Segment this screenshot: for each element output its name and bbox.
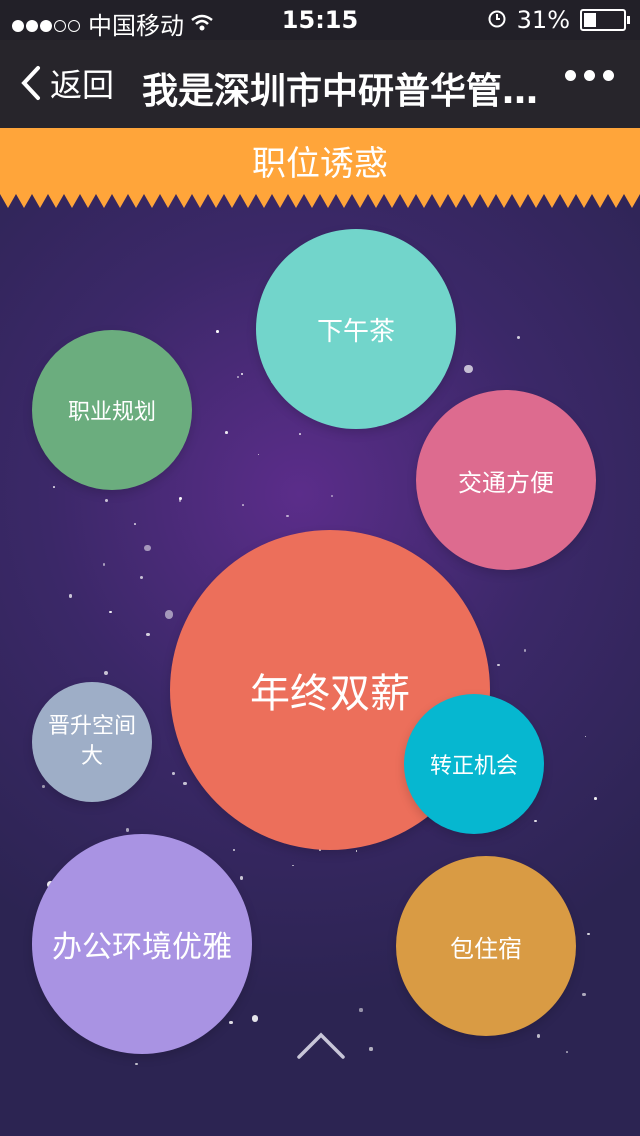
star-decoration [240, 876, 244, 880]
star-decoration [135, 1063, 138, 1066]
star-decoration [104, 670, 109, 675]
bubble-label: 转正机会 [429, 754, 518, 779]
star-decoration [229, 1021, 233, 1025]
bubble-label: 交通方便 [458, 468, 554, 497]
star-decoration [172, 772, 175, 775]
bubble-label: 下午茶 [316, 316, 395, 347]
star-decoration [355, 850, 358, 853]
star-decoration [139, 575, 144, 580]
banner-title: 职位诱惑 [252, 144, 388, 184]
star-decoration [257, 453, 260, 456]
star-decoration [225, 430, 228, 434]
star-decoration [216, 330, 220, 334]
bubble-accommodation[interactable]: 包住宿 [396, 856, 576, 1036]
star-decoration [565, 1051, 568, 1053]
star-decoration [359, 1008, 363, 1012]
more-button[interactable] [565, 70, 614, 81]
star-decoration [534, 819, 537, 823]
star-decoration [299, 432, 301, 435]
bubble-regularization[interactable]: 转正机会 [404, 694, 544, 834]
star-decoration [103, 563, 106, 566]
star-decoration [165, 610, 174, 619]
chevron-up-icon[interactable] [296, 1030, 346, 1060]
bubble-career-planning[interactable]: 职业规划 [32, 330, 192, 490]
star-decoration [369, 1047, 373, 1051]
battery-percent: 31% [516, 6, 570, 34]
star-decoration [463, 364, 473, 374]
status-bar: 中国移动 15:15 31% [0, 0, 640, 40]
star-decoration [109, 610, 113, 614]
star-decoration [251, 1015, 259, 1022]
battery-icon [580, 9, 630, 31]
alarm-icon [487, 6, 507, 34]
star-decoration [497, 663, 500, 666]
bubble-label: 办公环境优雅 [52, 930, 232, 965]
bubble-label: 年终双薪 [250, 671, 410, 717]
banner-zigzag-edge [0, 194, 640, 208]
star-decoration [582, 993, 586, 997]
star-decoration [126, 828, 130, 832]
star-decoration [536, 1034, 540, 1038]
bubble-label: 职业规划 [67, 400, 156, 425]
star-decoration [523, 649, 527, 652]
nav-bar: 返回 我是深圳市中研普华管理咨询有限公司 [0, 40, 640, 128]
star-decoration [178, 496, 182, 500]
star-decoration [241, 504, 244, 507]
star-decoration [68, 594, 73, 598]
star-decoration [183, 781, 187, 786]
section-banner: 职位诱惑 [0, 128, 640, 194]
star-decoration [53, 486, 55, 488]
star-decoration [584, 735, 587, 738]
chevron-left-icon [21, 66, 40, 100]
star-decoration [330, 495, 333, 498]
bubble-afternoon-tea[interactable]: 下午茶 [256, 229, 456, 429]
battery-group: 31% [487, 6, 630, 34]
star-decoration [145, 632, 150, 637]
bubble-promotion[interactable]: 晋升空间大 [32, 682, 152, 802]
star-decoration [241, 372, 244, 375]
star-decoration [104, 499, 108, 503]
star-decoration [233, 848, 236, 851]
bubble-label: 晋升空间大 [47, 714, 136, 769]
back-button[interactable]: 返回 [20, 60, 114, 106]
star-decoration [594, 796, 598, 800]
star-decoration [133, 523, 136, 526]
star-decoration [144, 545, 151, 552]
bubble-transport[interactable]: 交通方便 [416, 390, 596, 570]
star-decoration [286, 514, 289, 518]
star-decoration [292, 864, 294, 867]
page-title: 我是深圳市中研普华管理咨询有限公司 [142, 71, 552, 112]
star-decoration [587, 932, 590, 936]
back-label: 返回 [50, 66, 115, 104]
star-decoration [237, 376, 240, 378]
star-decoration [516, 336, 520, 340]
bubble-office-environment[interactable]: 办公环境优雅 [32, 834, 252, 1054]
bubble-label: 包住宿 [450, 934, 522, 963]
star-decoration [42, 784, 45, 788]
